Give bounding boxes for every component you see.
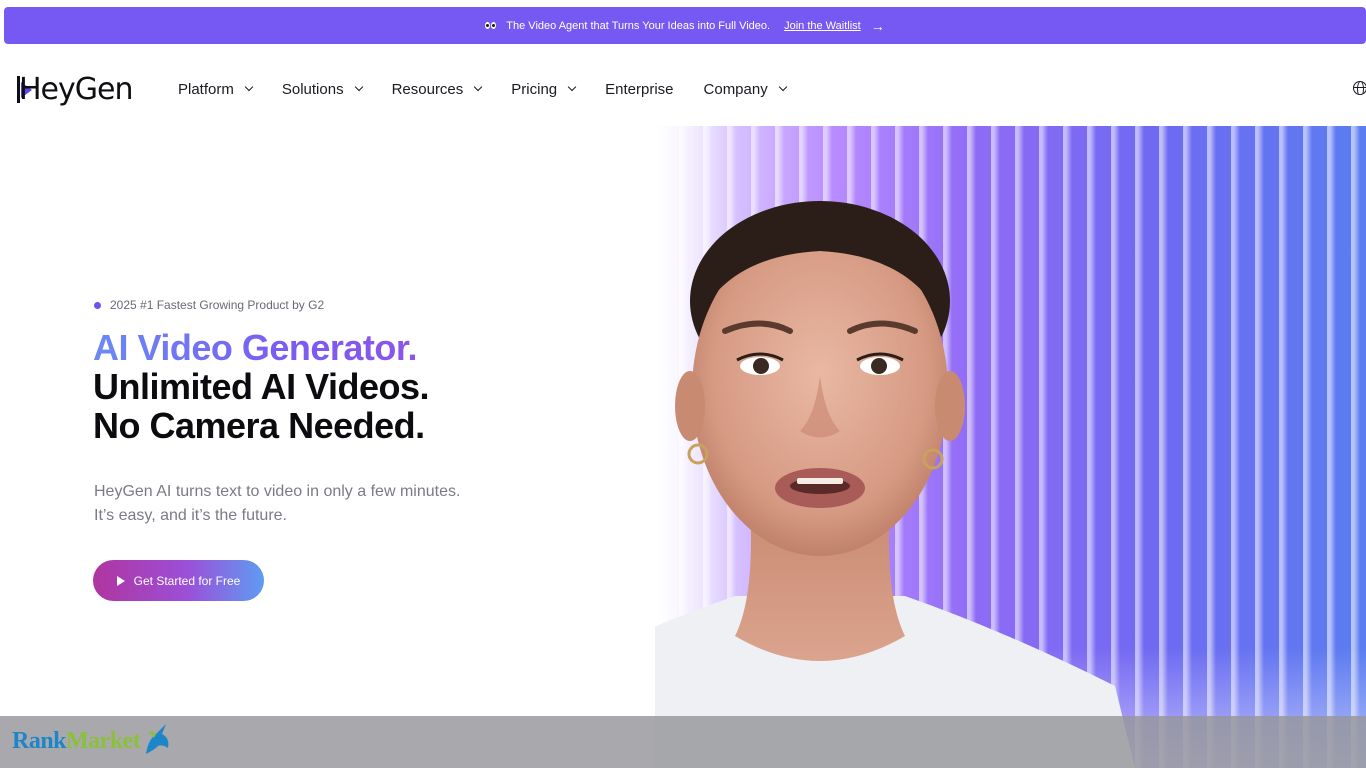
get-started-label: Get Started for Free — [133, 573, 241, 588]
unicorn-icon — [146, 724, 169, 754]
nav-item-solutions[interactable]: Solutions — [281, 80, 363, 98]
dot-icon — [94, 301, 101, 309]
chevron-down-icon — [567, 82, 577, 92]
chevron-down-icon — [244, 82, 254, 92]
g2-badge: 2025 #1 Fastest Growing Product by G2 — [94, 298, 324, 312]
globe-icon[interactable] — [1353, 81, 1366, 95]
arrow-right-icon[interactable]: → — [871, 18, 885, 34]
nav-item-pricing[interactable]: Pricing — [511, 80, 577, 98]
hero-video[interactable] — [655, 126, 1366, 768]
nav-item-label: Enterprise — [605, 80, 674, 98]
logo-text: HeyGen — [19, 72, 133, 107]
watermark-market: Market — [66, 728, 141, 754]
nav-item-enterprise[interactable]: Enterprise — [605, 81, 673, 98]
get-started-button[interactable]: Get Started for Free — [93, 560, 264, 601]
headline-gradient: AI Video Generator. — [93, 327, 417, 368]
announcement-text: The Video Agent that Turns Your Ideas in… — [506, 19, 771, 32]
hero-subtext: HeyGen AI turns text to video in only a … — [94, 480, 494, 528]
nav-item-company[interactable]: Company — [703, 80, 787, 98]
main-nav: HeyGen Platform Solutions Resources Pric… — [0, 62, 1366, 116]
nav-item-label: Solutions — [281, 80, 344, 98]
headline-line-3: No Camera Needed. — [93, 405, 425, 446]
hero-subtext-line-1: HeyGen AI turns text to video in only a … — [94, 483, 461, 500]
announcement-bar: The Video Agent that Turns Your Ideas in… — [4, 7, 1366, 44]
nav-item-label: Platform — [178, 80, 234, 98]
nav-item-resources[interactable]: Resources — [391, 80, 483, 98]
chevron-down-icon — [474, 82, 483, 92]
headline-line-2: Unlimited AI Videos. — [93, 366, 430, 407]
nav-item-label: Company — [703, 80, 768, 98]
nav-items: Platform Solutions Resources Pricing Ent… — [178, 62, 816, 116]
eyes-icon — [485, 22, 497, 29]
watermark-rank: Rank — [12, 728, 67, 754]
chevron-down-icon — [354, 82, 363, 92]
play-icon — [116, 575, 125, 586]
ai-avatar-presenter — [655, 201, 1135, 768]
heygen-logo[interactable]: HeyGen — [17, 72, 133, 107]
nav-item-label: Pricing — [511, 80, 558, 98]
nav-item-label: Resources — [391, 80, 464, 98]
badge-text: 2025 #1 Fastest Growing Product by G2 — [110, 298, 325, 312]
rankmarket-watermark-logo: Rank Market — [12, 724, 172, 756]
join-waitlist-link[interactable]: Join the Waitlist — [784, 20, 861, 32]
hero-subtext-line-2: It’s easy, and it’s the future. — [94, 507, 287, 524]
nav-item-platform[interactable]: Platform — [178, 80, 254, 98]
chevron-down-icon — [778, 82, 787, 92]
watermark-overlay-bar — [0, 716, 1366, 768]
